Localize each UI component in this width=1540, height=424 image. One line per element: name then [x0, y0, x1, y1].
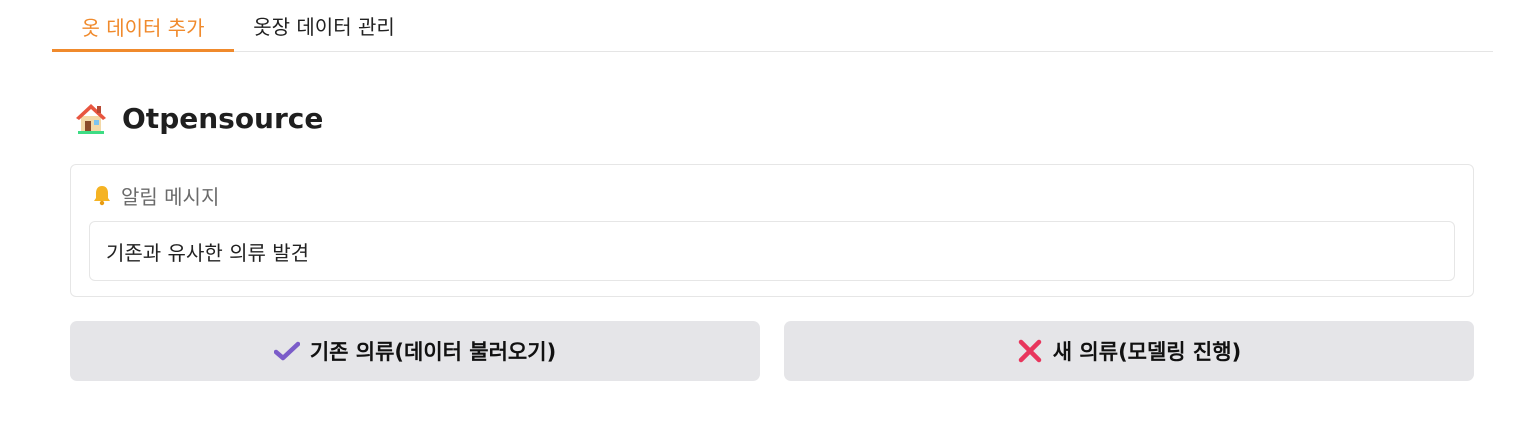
notification-message: 기존과 유사한 의류 발견	[89, 221, 1455, 281]
page-title: Otpensource	[74, 98, 323, 138]
tab-add-clothes-data[interactable]: 옷 데이터 추가	[52, 0, 234, 52]
tab-bar: 옷 데이터 추가 옷장 데이터 관리	[52, 0, 1493, 52]
existing-clothing-button-label: 기존 의류(데이터 불러오기)	[309, 340, 557, 364]
check-icon	[273, 338, 301, 364]
app-title-text: Otpensource	[122, 101, 324, 135]
new-clothing-button-label: 새 의류(모델링 진행)	[1052, 340, 1242, 364]
notification-label-text: 알림 메시지	[121, 184, 220, 209]
tab-wardrobe-data-management[interactable]: 옷장 데이터 관리	[234, 0, 414, 51]
cross-icon	[1017, 338, 1043, 364]
house-icon	[74, 101, 108, 135]
notification-panel: 알림 메시지 기존과 유사한 의류 발견	[70, 164, 1474, 297]
notification-label: 알림 메시지	[91, 181, 219, 209]
new-clothing-button[interactable]: 새 의류(모델링 진행)	[784, 321, 1474, 381]
existing-clothing-button[interactable]: 기존 의류(데이터 불러오기)	[70, 321, 760, 381]
bell-icon	[91, 184, 113, 206]
